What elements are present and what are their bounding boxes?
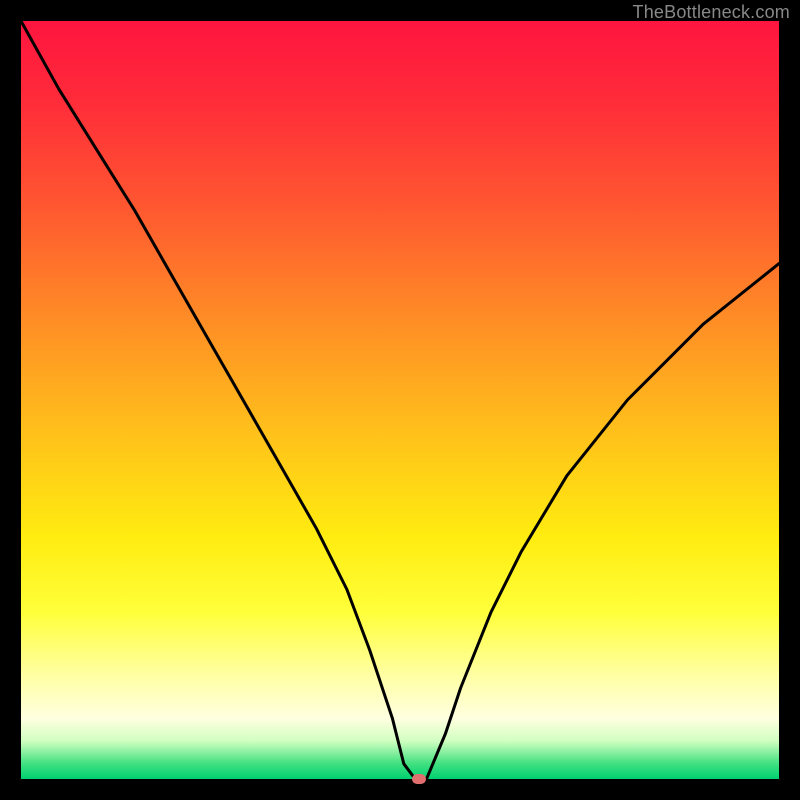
plot-area bbox=[21, 21, 779, 779]
chart-container: TheBottleneck.com bbox=[0, 0, 800, 800]
watermark-text: TheBottleneck.com bbox=[633, 2, 790, 23]
bottleneck-curve bbox=[21, 21, 779, 779]
minimum-marker bbox=[412, 774, 426, 784]
